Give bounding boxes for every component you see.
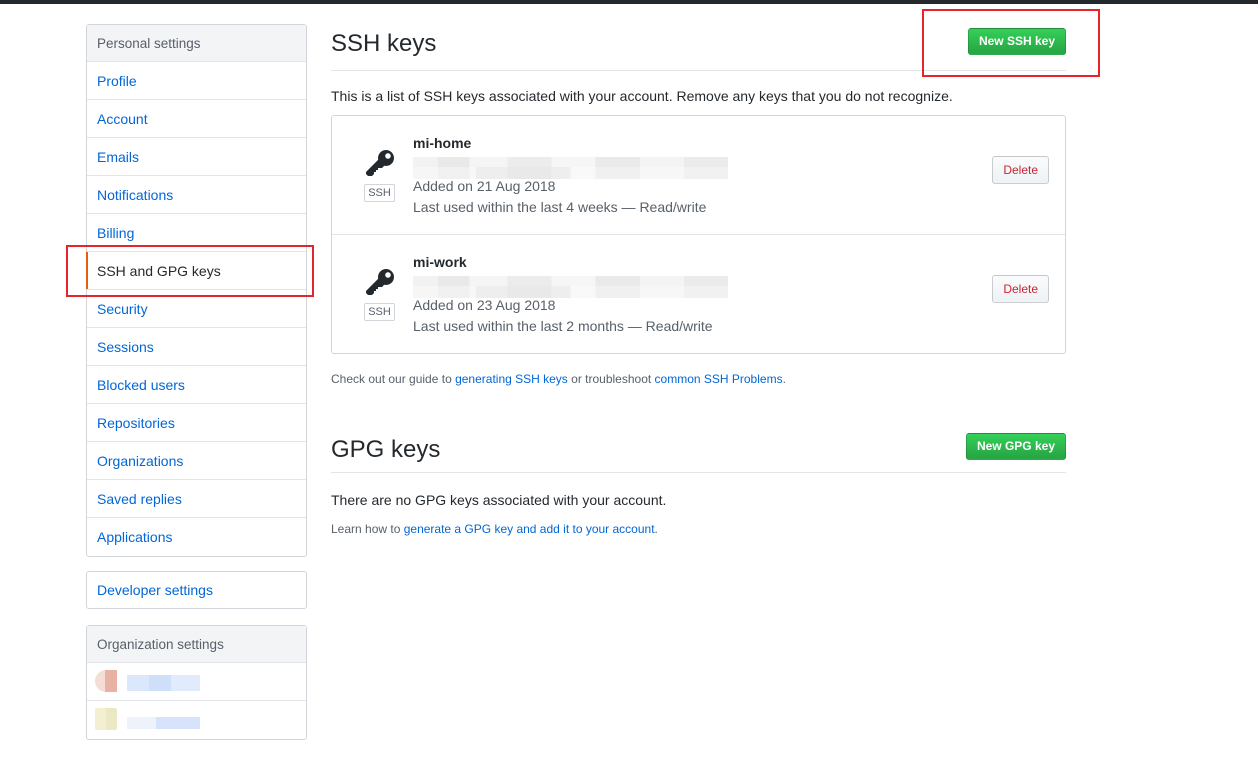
gpg-empty-message: There are no GPG keys associated with yo…: [331, 492, 667, 508]
org-item[interactable]: [87, 663, 306, 701]
ssh-key-list: SSH mi-home Added on 21 Aug 2018 Last us…: [331, 115, 1066, 354]
ssh-key-last-used: Last used within the last 4 weeks — Read…: [413, 199, 707, 215]
gpg-keys-title: GPG keys: [331, 436, 441, 463]
org-item[interactable]: [87, 701, 306, 739]
new-gpg-key-button[interactable]: New GPG key: [965, 433, 1066, 460]
ssh-key-item: SSH mi-home Added on 21 Aug 2018 Last us…: [332, 116, 1065, 235]
personal-settings-heading: Personal settings: [87, 25, 306, 62]
sidebar-item-sessions[interactable]: Sessions: [87, 328, 306, 366]
sidebar-item-billing[interactable]: Billing: [87, 214, 306, 252]
ssh-keys-header: SSH keys New SSH key: [331, 24, 1066, 71]
organization-settings-menu: Organization settings: [86, 625, 307, 740]
ssh-key-title: mi-home: [413, 135, 472, 151]
common-ssh-problems-link[interactable]: common SSH Problems: [655, 372, 783, 386]
sidebar-item-saved-replies[interactable]: Saved replies: [87, 480, 306, 518]
top-bar: [0, 0, 1258, 4]
ssh-key-last-used: Last used within the last 2 months — Rea…: [413, 318, 713, 334]
ssh-key-item: SSH mi-work Added on 23 Aug 2018 Last us…: [332, 235, 1065, 353]
gpg-keys-section: GPG keys New GPG key There are no GPG ke…: [331, 432, 1066, 536]
ssh-key-title: mi-work: [413, 254, 467, 270]
new-ssh-key-button[interactable]: New SSH key: [967, 28, 1066, 55]
ssh-keys-intro: This is a list of SSH keys associated wi…: [331, 88, 953, 104]
org-name-redacted: [127, 675, 200, 691]
ssh-keys-title: SSH keys: [331, 30, 437, 57]
sidebar-item-account[interactable]: Account: [87, 100, 306, 138]
ssh-key-added-date: Added on 23 Aug 2018: [413, 297, 556, 313]
key-icon: [366, 150, 394, 176]
key-icon: [366, 269, 394, 295]
sidebar-item-notifications[interactable]: Notifications: [87, 176, 306, 214]
ssh-help-prefix: Check out our guide to: [331, 372, 456, 386]
ssh-badge: SSH: [364, 303, 395, 321]
org-name-redacted: [127, 717, 200, 729]
sidebar-item-organizations[interactable]: Organizations: [87, 442, 306, 480]
gpg-help-suffix: .: [654, 522, 658, 536]
gpg-keys-header: GPG keys New GPG key: [331, 432, 1066, 473]
ssh-help-text: Check out our guide to generating SSH ke…: [331, 372, 1066, 386]
developer-settings-menu: Developer settings: [86, 571, 307, 609]
ssh-help-suffix: .: [782, 372, 786, 386]
sidebar-item-developer-settings[interactable]: Developer settings: [87, 572, 306, 608]
main-content: SSH keys New SSH key This is a list of S…: [331, 24, 1066, 536]
org-avatar: [95, 670, 117, 692]
sidebar-item-applications[interactable]: Applications: [87, 518, 306, 556]
fingerprint-redacted: [413, 157, 728, 179]
sidebar-item-emails[interactable]: Emails: [87, 138, 306, 176]
delete-ssh-key-button[interactable]: Delete: [992, 156, 1049, 184]
generating-ssh-keys-link[interactable]: generating SSH keys: [455, 372, 568, 386]
sidebar-item-security[interactable]: Security: [87, 290, 306, 328]
ssh-help-middle: or troubleshoot: [567, 372, 655, 386]
delete-ssh-key-button[interactable]: Delete: [992, 275, 1049, 303]
ssh-key-added-date: Added on 21 Aug 2018: [413, 178, 556, 194]
ssh-badge: SSH: [364, 184, 395, 202]
personal-settings-menu: Personal settings Profile Account Emails…: [86, 24, 307, 557]
generate-gpg-key-link[interactable]: generate a GPG key and add it to your ac…: [404, 522, 655, 536]
fingerprint-redacted: [413, 276, 728, 298]
sidebar-item-profile[interactable]: Profile: [87, 62, 306, 100]
gpg-help-prefix: Learn how to: [331, 522, 404, 536]
sidebar-item-repositories[interactable]: Repositories: [87, 404, 306, 442]
sidebar-item-blocked-users[interactable]: Blocked users: [87, 366, 306, 404]
gpg-help-text: Learn how to generate a GPG key and add …: [331, 522, 1066, 536]
sidebar-item-ssh-gpg-keys[interactable]: SSH and GPG keys: [86, 252, 306, 290]
organization-settings-heading: Organization settings: [87, 626, 306, 663]
org-avatar: [95, 708, 117, 730]
